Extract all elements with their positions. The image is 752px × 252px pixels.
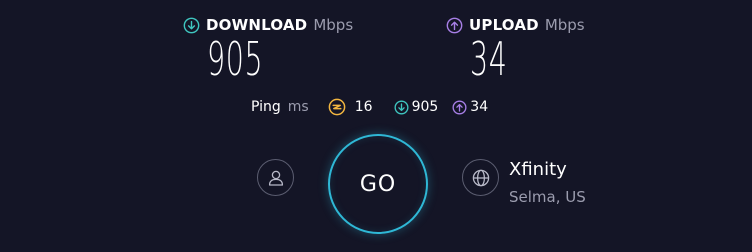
upload-arrow-icon — [452, 100, 467, 114]
upload-value: 34 — [470, 32, 508, 86]
download-value: 905 — [207, 32, 264, 86]
download-arrow-icon — [394, 100, 409, 114]
upload-header: UPLOAD Mbps — [446, 14, 585, 36]
provider-name: Xfinity — [509, 159, 567, 180]
go-button-label: GO — [359, 171, 397, 197]
server-location[interactable]: Selma, US — [509, 188, 586, 206]
ping-label: Ping — [251, 99, 281, 115]
speedtest-panel: DOWNLOAD Mbps 905 UPLOAD Mbps 34 Ping ms… — [0, 0, 752, 252]
ping-idle-value: 16 — [354, 99, 373, 115]
change-server-button[interactable] — [462, 159, 499, 196]
upload-unit: Mbps — [544, 16, 585, 34]
go-button[interactable]: GO — [328, 134, 428, 234]
globe-icon — [472, 169, 489, 186]
ping-unit: ms — [287, 99, 309, 115]
ping-bolt-icon — [328, 98, 346, 116]
ping-row: Ping ms 16 905 34 — [251, 96, 488, 118]
ping-download-value: 905 — [411, 99, 439, 115]
upload-arrow-icon — [446, 17, 463, 33]
ping-upload-value: 34 — [470, 99, 489, 115]
download-unit: Mbps — [313, 16, 354, 34]
profile-button[interactable] — [257, 159, 294, 196]
download-arrow-icon — [183, 17, 200, 33]
user-icon — [268, 170, 283, 186]
